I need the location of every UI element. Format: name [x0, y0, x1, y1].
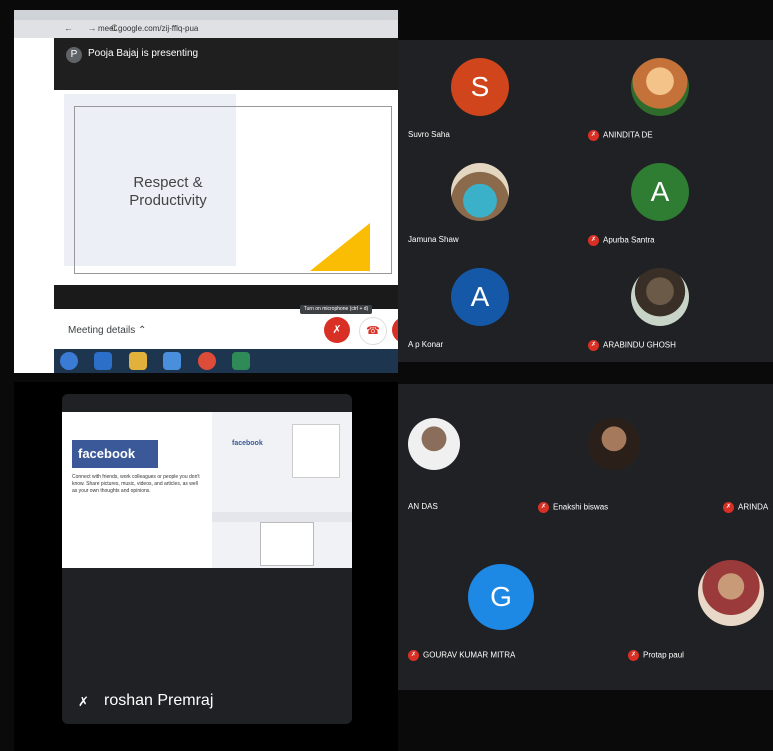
participant-grid-bottom: AN DAS ✗ Enakshi biswas ✗ ARINDA G ✗ GOURAV… — [398, 384, 773, 690]
presenter-avatar: P — [66, 47, 82, 63]
presenter-text: Pooja Bajaj is presenting — [88, 48, 199, 59]
hang-up-button[interactable]: ☎ — [359, 317, 387, 345]
mic-off-icon: ✗ — [628, 650, 639, 661]
mic-off-icon: ✗ — [723, 502, 734, 513]
participant-tile[interactable]: S Suvro Saha — [398, 40, 578, 145]
mic-off-icon: ✗ — [78, 694, 89, 709]
meeting-details-label: Meeting details — [68, 325, 136, 336]
slide-title-line2: Productivity — [129, 192, 207, 209]
mic-off-icon: ✗ — [588, 235, 599, 246]
participant-name: Suvro Saha — [408, 130, 450, 139]
chevron-up-icon: ⌃ — [138, 325, 147, 336]
screen-share-tile: facebook Connect with friends, work coll… — [14, 382, 398, 751]
participant-name: Jamuna Shaw — [408, 235, 459, 244]
excel-icon[interactable] — [232, 352, 251, 370]
browser-chrome: ← → C meet.google.com/zij-fflq-pua — [14, 10, 398, 38]
facebook-logo: facebook — [72, 440, 158, 468]
presentation-window: ← → C meet.google.com/zij-fflq-pua P Poo… — [14, 10, 398, 373]
presenter-bar: P Pooja Bajaj is presenting — [54, 38, 398, 90]
participant-name-row: ✗ GOURAV KUMAR MITRA — [408, 650, 515, 661]
signup-screenshot: facebook — [212, 412, 352, 568]
signup-dialog — [260, 522, 314, 566]
slide-title-line1: Respect & — [133, 174, 203, 191]
participant-name: A p Konar — [408, 340, 444, 349]
meeting-details-button[interactable]: Meeting details ⌃ — [68, 325, 146, 336]
address-bar[interactable]: meet.google.com/zij-fflq-pua — [98, 24, 198, 33]
avatar: G — [468, 564, 534, 630]
slide-triangle — [310, 223, 370, 271]
media-icon[interactable] — [163, 352, 182, 370]
participant-name-row: ✗ ARINDA — [723, 502, 768, 513]
mic-off-icon: ✗ — [588, 340, 599, 351]
participant-tile[interactable]: G ✗ GOURAV KUMAR MITRA — [398, 534, 578, 661]
participant-tile[interactable]: ✗ Protap paul — [618, 534, 773, 661]
avatar-photo — [698, 560, 764, 626]
avatar-photo — [588, 418, 640, 470]
participant-name-row: ✗ Protap paul — [628, 650, 684, 661]
mic-tooltip: Turn on microphone (ctrl + d) — [300, 305, 372, 314]
participant-tile[interactable]: ✗ ARINDA — [713, 384, 773, 513]
avatar-photo — [631, 268, 689, 326]
participant-name-row: ✗ ANINDITA DE — [588, 130, 653, 141]
login-box — [292, 424, 340, 478]
avatar: S — [451, 58, 509, 116]
side-strip — [14, 38, 54, 309]
facebook-mini-logo: facebook — [232, 440, 263, 447]
facebook-tagline: Connect with friends, work colleagues or… — [72, 474, 200, 494]
participant-tile[interactable]: A A p Konar — [398, 250, 578, 355]
chrome-icon[interactable] — [197, 352, 216, 370]
participant-tile[interactable]: ✗ ANINDITA DE — [578, 40, 758, 145]
participant-name-row: ✗ Apurba Santra — [588, 235, 655, 246]
shared-screen: facebook Connect with friends, work coll… — [62, 412, 352, 568]
participant-name-row: ✗ ARABINDU GHOSH — [588, 340, 676, 351]
participant-tile[interactable]: A ✗ Apurba Santra — [578, 145, 758, 250]
taskbar — [54, 349, 398, 373]
participant-name: AN DAS — [408, 502, 438, 511]
avatar-photo — [451, 163, 509, 221]
avatar: A — [631, 163, 689, 221]
avatar-photo — [408, 418, 460, 470]
participant-tile[interactable]: ✗ ARABINDU GHOSH — [578, 250, 758, 355]
participant-grid-top: S Suvro Saha ✗ ANINDITA DE Jamuna Shaw A … — [398, 40, 773, 362]
participant-name-row: ✗ Enakshi biswas — [538, 502, 608, 513]
slide: Respect & Productivity — [54, 90, 398, 285]
participant-tile[interactable]: Jamuna Shaw — [398, 145, 578, 250]
mic-off-button[interactable]: ✗ — [324, 317, 350, 343]
avatar-photo — [631, 58, 689, 116]
slide-title: Respect & Productivity — [108, 174, 228, 210]
mic-off-icon: ✗ — [408, 650, 419, 661]
hang-up-icon: ☎ — [366, 325, 380, 337]
participant-tile[interactable]: ✗ Enakshi biswas — [528, 384, 708, 513]
participant-name: roshan Premraj — [104, 692, 214, 709]
folder-icon[interactable] — [128, 352, 147, 370]
mic-off-icon: ✗ — [588, 130, 599, 141]
mic-off-icon: ✗ — [538, 502, 549, 513]
avatar: A — [451, 268, 509, 326]
ie-icon[interactable] — [94, 352, 113, 370]
start-icon[interactable] — [60, 352, 78, 370]
browser-tabs[interactable] — [14, 10, 398, 20]
separator-bar — [212, 512, 352, 522]
mic-off-icon: ✗ — [332, 324, 342, 336]
